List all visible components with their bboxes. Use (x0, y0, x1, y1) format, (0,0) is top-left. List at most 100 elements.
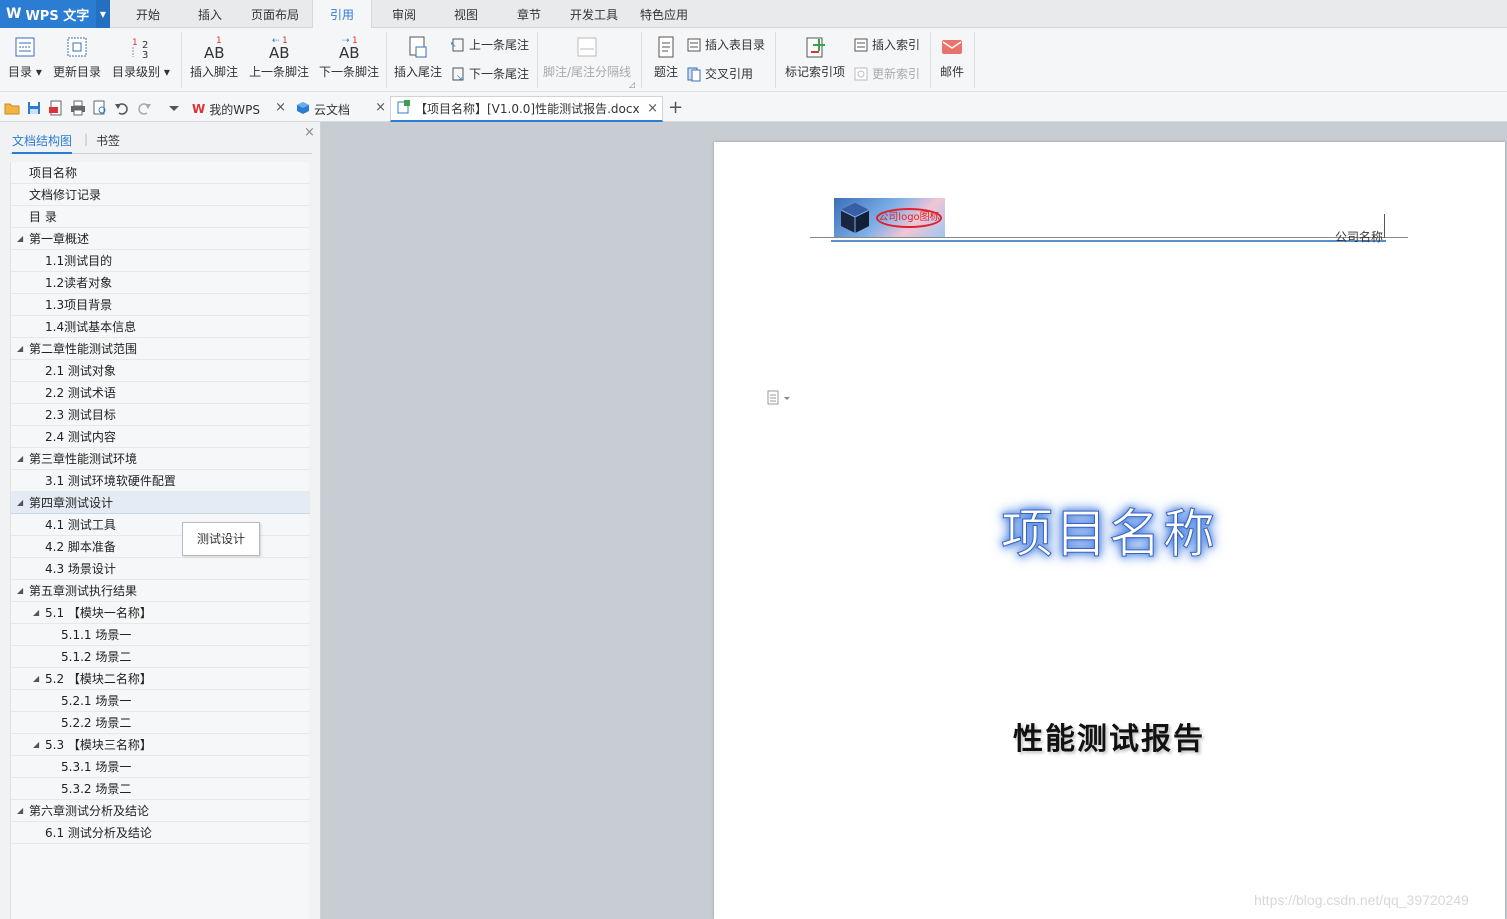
tab-document-structure[interactable]: 文档结构图 (12, 132, 73, 154)
caption-button[interactable]: 题注 (653, 34, 679, 80)
collapse-triangle-icon[interactable]: ◢ (17, 448, 23, 470)
next-footnote-button[interactable]: ⇢ 1 AB 下一条脚注 (319, 34, 379, 80)
update-index-button[interactable]: 更新索引 (853, 65, 920, 82)
tab-cloud-docs[interactable]: 云文档 × (290, 96, 390, 122)
outline-item-label: 3.1 测试环境软硬件配置 (45, 474, 176, 488)
toc-level-icon: 123 (128, 34, 154, 60)
outline-item[interactable]: 1.2读者对象 (11, 272, 310, 294)
menu-tab-2[interactable]: 页面布局 (243, 0, 307, 28)
update-toc-button[interactable]: 更新目录 (53, 34, 101, 80)
customize-toolbar-icon[interactable] (166, 100, 182, 116)
outline-item[interactable]: 1.1测试目的 (11, 250, 310, 272)
menu-tab-5[interactable]: 视图 (443, 0, 489, 28)
outline-item[interactable]: 2.1 测试对象 (11, 360, 310, 382)
collapse-triangle-icon[interactable]: ◢ (33, 734, 39, 756)
outline-item[interactable]: 5.2.2 场景二 (11, 712, 310, 734)
outline-item[interactable]: 5.2.1 场景一 (11, 690, 310, 712)
footnote-separator-button[interactable]: 脚注/尾注分隔线 (543, 34, 631, 80)
mail-icon (939, 34, 965, 60)
mail-button[interactable]: 邮件 (939, 34, 965, 80)
chevron-down-icon[interactable]: ▼ (96, 0, 110, 28)
cross-reference-button[interactable]: 交叉引用 (686, 65, 753, 82)
outline-item[interactable]: ◢ 第三章性能测试环境 (11, 448, 310, 470)
outline-item-label: 1.3项目背景 (45, 298, 113, 312)
paste-options-icon[interactable] (766, 390, 792, 406)
outline-item[interactable]: 5.3.1 场景一 (11, 756, 310, 778)
menu-tab-7[interactable]: 开发工具 (564, 0, 624, 28)
redo-icon[interactable] (136, 100, 152, 116)
ribbon-separator (974, 32, 975, 88)
next-endnote-button[interactable]: ↘ 下一条尾注 (450, 65, 529, 82)
undo-icon[interactable] (114, 100, 130, 116)
outline-item[interactable]: 2.4 测试内容 (11, 426, 310, 448)
close-icon[interactable]: × (375, 100, 386, 115)
outline-item[interactable]: ◢ 5.3 【模块三名称】 (11, 734, 310, 756)
insert-footnote-button[interactable]: 1 AB 插入脚注 (190, 34, 238, 80)
text-cursor (1384, 214, 1385, 238)
close-icon[interactable]: × (304, 125, 315, 140)
collapse-triangle-icon[interactable]: ◢ (17, 580, 23, 602)
outline-item[interactable]: ◢ 5.2 【模块二名称】 (11, 668, 310, 690)
document-page[interactable]: 公司logo图标 公司名称 项目名称 性能测试报告 (714, 142, 1505, 919)
collapse-triangle-icon[interactable]: ◢ (17, 338, 23, 360)
outline-item-label: 第三章性能测试环境 (29, 452, 138, 466)
menu-tab-0[interactable]: 开始 (124, 0, 172, 28)
outline-item[interactable]: 2.3 测试目标 (11, 404, 310, 426)
insert-index-button[interactable]: 插入索引 (853, 36, 920, 53)
outline-item[interactable]: ◢ 第一章概述 (11, 228, 310, 250)
outline-item[interactable]: ◢ 第二章性能测试范围 (11, 338, 310, 360)
outline-item[interactable]: ◢ 第六章测试分析及结论 (11, 800, 310, 822)
ribbon-separator (181, 32, 182, 88)
close-icon[interactable]: × (647, 101, 658, 116)
toc-level-button[interactable]: 123 目录级别 ▾ (112, 34, 170, 80)
outline-item[interactable]: ◢ 第四章测试设计 (11, 492, 310, 514)
prev-endnote-button[interactable]: ↖ 上一条尾注 (450, 36, 529, 53)
outline-item[interactable]: 4.1 测试工具 (11, 514, 310, 536)
outline-item[interactable]: 项目名称 (11, 162, 310, 184)
outline-item[interactable]: 4.3 场景设计 (11, 558, 310, 580)
menu-tab-4[interactable]: 审阅 (381, 0, 427, 28)
collapse-triangle-icon[interactable]: ◢ (33, 602, 39, 624)
outline-item[interactable]: 5.1.1 场景一 (11, 624, 310, 646)
new-tab-plus-icon[interactable]: + (668, 97, 683, 118)
collapse-triangle-icon[interactable]: ◢ (17, 800, 23, 822)
collapse-triangle-icon[interactable]: ◢ (33, 668, 39, 690)
tab-my-wps[interactable]: W 我的WPS × (186, 96, 290, 122)
dialog-launcher-icon[interactable]: ◿ (629, 80, 635, 89)
outline-item[interactable]: 文档修订记录 (11, 184, 310, 206)
outline-item[interactable]: 目 录 (11, 206, 310, 228)
print-icon[interactable] (70, 100, 86, 116)
menu-tab-8[interactable]: 特色应用 (634, 0, 694, 28)
outline-item[interactable]: 1.4测试基本信息 (11, 316, 310, 338)
outline-item[interactable]: 3.1 测试环境软硬件配置 (11, 470, 310, 492)
prev-footnote-button[interactable]: ⇠ 1 AB 上一条脚注 (249, 34, 309, 80)
menu-tab-1[interactable]: 插入 (188, 0, 232, 28)
insert-endnote-button[interactable]: 插入尾注 (394, 34, 442, 80)
outline-item[interactable]: 5.3.2 场景二 (11, 778, 310, 800)
tab-document[interactable]: 【项目名称】[V1.0.0]性能测试报告.docx × (390, 96, 663, 122)
menu-tab-6[interactable]: 章节 (508, 0, 550, 28)
collapse-triangle-icon[interactable]: ◢ (17, 492, 23, 514)
toc-button[interactable]: 目录 ▾ (8, 34, 42, 80)
outline-item[interactable]: 5.1.2 场景二 (11, 646, 310, 668)
wps-logo-icon: W (6, 6, 22, 22)
tab-bookmarks[interactable]: 书签 (96, 132, 120, 149)
mark-index-button[interactable]: 标记索引项 (785, 34, 845, 80)
outline-item[interactable]: 2.2 测试术语 (11, 382, 310, 404)
outline-item[interactable]: ◢ 第五章测试执行结果 (11, 580, 310, 602)
print-preview-icon[interactable] (92, 100, 108, 116)
export-pdf-icon[interactable] (48, 100, 64, 116)
close-icon[interactable]: × (275, 100, 286, 115)
app-menu-button[interactable]: W WPS 文字 ▼ (0, 0, 110, 28)
outline-item-label: 4.2 脚本准备 (45, 540, 116, 554)
outline-item[interactable]: 1.3项目背景 (11, 294, 310, 316)
open-folder-icon[interactable] (4, 100, 20, 116)
collapse-triangle-icon[interactable]: ◢ (17, 228, 23, 250)
outline-item[interactable]: ◢ 5.1 【模块一名称】 (11, 602, 310, 624)
save-icon[interactable] (26, 100, 42, 116)
outline-item[interactable]: 6.1 测试分析及结论 (11, 822, 310, 844)
docx-file-icon (397, 100, 411, 117)
insert-table-of-figures-button[interactable]: 插入表目录 (686, 36, 765, 53)
menu-tab-3[interactable]: 引用 (312, 0, 372, 29)
outline-item[interactable]: 4.2 脚本准备 (11, 536, 310, 558)
